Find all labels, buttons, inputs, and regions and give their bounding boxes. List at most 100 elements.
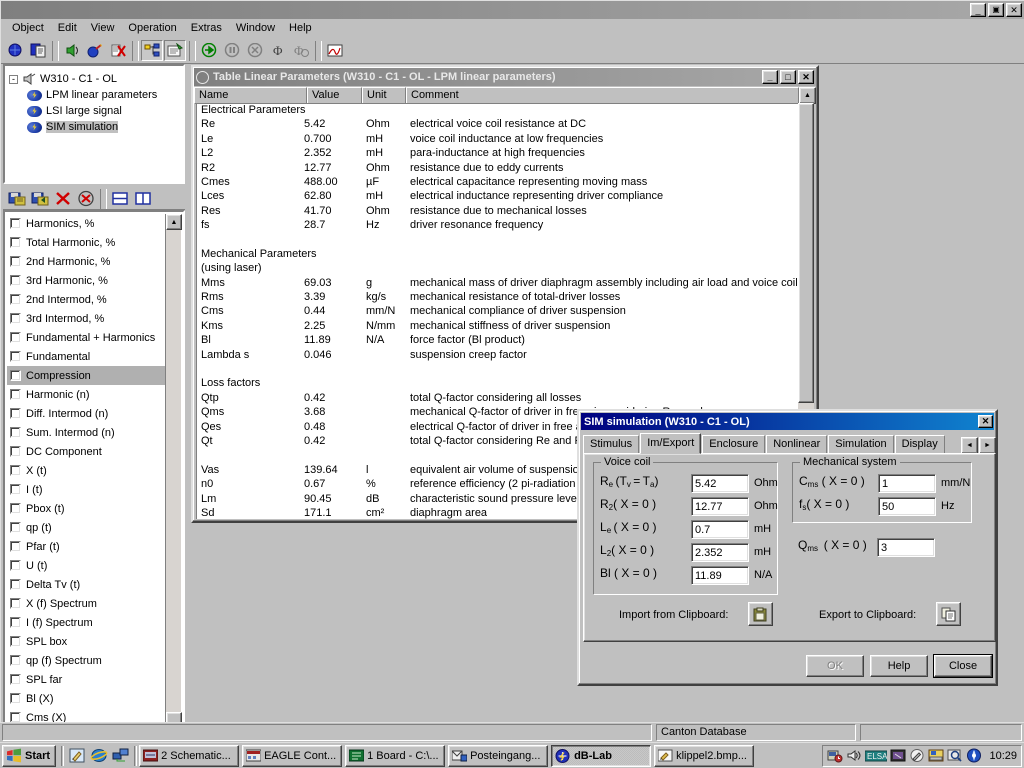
- column-header-unit[interactable]: Unit: [362, 87, 406, 104]
- checklist-item[interactable]: qp (f) Spectrum: [7, 651, 167, 670]
- panel-toolbar[interactable]: [3, 188, 185, 210]
- checklist-item[interactable]: Delta Tv (t): [7, 575, 167, 594]
- checklist-item[interactable]: SPL box: [7, 632, 167, 651]
- checkbox[interactable]: [10, 427, 21, 438]
- checkbox[interactable]: [10, 465, 21, 476]
- refresh-icon[interactable]: Φ: [267, 40, 289, 61]
- export-clipboard-button[interactable]: [936, 602, 961, 626]
- properties-icon[interactable]: [164, 40, 186, 61]
- table-column-headers[interactable]: Name Value Unit Comment ▲: [194, 87, 816, 104]
- checklist-item[interactable]: X (t): [7, 461, 167, 480]
- checklist-item[interactable]: 2nd Intermod, %: [7, 290, 167, 309]
- menu-help[interactable]: Help: [282, 20, 319, 36]
- cms-input[interactable]: 1: [878, 474, 936, 493]
- checkbox[interactable]: [10, 541, 21, 552]
- re-input[interactable]: 5.42: [691, 474, 749, 493]
- table-row[interactable]: Rms3.39kg/smechanical resistance of tota…: [197, 291, 800, 305]
- table-row[interactable]: Bl11.89N/Aforce factor (Bl product): [197, 334, 800, 348]
- task-button-board[interactable]: 1 Board - C:\...: [345, 745, 445, 767]
- checkbox[interactable]: [10, 484, 21, 495]
- table-row[interactable]: Cms0.44mm/Nmechanical compliance of driv…: [197, 305, 800, 319]
- sim-dialog-titlebar[interactable]: SIM simulation (W310 - C1 - OL) ✕: [581, 413, 994, 430]
- table-row[interactable]: Mms69.03gmechanical mass of driver diaph…: [197, 277, 800, 291]
- scanner-icon[interactable]: [827, 748, 843, 764]
- table-row[interactable]: Le0.700mHvoice coil inductance at low fr…: [197, 133, 800, 147]
- checkbox[interactable]: [10, 503, 21, 514]
- checkbox[interactable]: [10, 370, 21, 381]
- tree-item-lsi[interactable]: LSI large signal: [5, 103, 183, 119]
- object-tree[interactable]: - W310 - C1 - OL LPM linear parameters L…: [3, 64, 185, 184]
- table-row[interactable]: R212.77Ohmresistance due to eddy current…: [197, 162, 800, 176]
- checkbox[interactable]: [10, 693, 21, 704]
- result-checklist[interactable]: Harmonics, %Total Harmonic, %2nd Harmoni…: [7, 214, 167, 768]
- table-row[interactable]: Res41.70Ohmresistance due to mechanical …: [197, 205, 800, 219]
- checkbox[interactable]: [10, 256, 21, 267]
- scroll-up-button[interactable]: ▲: [166, 214, 182, 230]
- checkbox[interactable]: [10, 218, 21, 229]
- checklist-item[interactable]: Sum. Intermod (n): [7, 423, 167, 442]
- table-row[interactable]: Lambda s0.046suspension creep factor: [197, 349, 800, 363]
- find-icon[interactable]: [947, 748, 963, 764]
- checklist-item[interactable]: 2nd Harmonic, %: [7, 252, 167, 271]
- checklist-item[interactable]: qp (t): [7, 518, 167, 537]
- delete-measure-icon[interactable]: [107, 40, 129, 61]
- run-icon[interactable]: [198, 40, 220, 61]
- pause-icon[interactable]: [221, 40, 243, 61]
- tab-scroll-left-button[interactable]: ◄: [961, 437, 978, 454]
- table-close-button[interactable]: ✕: [798, 70, 814, 84]
- checklist-item[interactable]: Diff. Intermod (n): [7, 404, 167, 423]
- checklist-item[interactable]: I (t): [7, 480, 167, 499]
- checklist-item[interactable]: DC Component: [7, 442, 167, 461]
- tree-item-lpm[interactable]: LPM linear parameters: [5, 87, 183, 103]
- system-menu-icon[interactable]: [196, 71, 209, 84]
- l2-input[interactable]: 2.352: [691, 543, 749, 562]
- task-button-klippel-bmp[interactable]: klippel2.bmp...: [654, 745, 754, 767]
- task-button-db-lab[interactable]: dB-Lab: [551, 745, 651, 767]
- checkbox[interactable]: [10, 598, 21, 609]
- checklist-item[interactable]: Compression: [7, 366, 167, 385]
- internet-explorer-icon[interactable]: [88, 745, 110, 767]
- table-row[interactable]: L22.352mHpara-inductance at high frequen…: [197, 147, 800, 161]
- tree-item-sim[interactable]: SIM simulation: [5, 119, 183, 135]
- probe-icon[interactable]: [84, 40, 106, 61]
- checkbox[interactable]: [10, 579, 21, 590]
- table-row[interactable]: fs28.7Hzdriver resonance frequency: [197, 219, 800, 233]
- checklist-item[interactable]: Bl (X): [7, 689, 167, 708]
- checklist-item[interactable]: Harmonic (n): [7, 385, 167, 404]
- menu-window[interactable]: Window: [229, 20, 282, 36]
- help-button[interactable]: Help: [870, 655, 928, 677]
- checklist-item[interactable]: Pfar (t): [7, 537, 167, 556]
- task-button-posteingang[interactable]: Posteingang...: [448, 745, 548, 767]
- checklist-item[interactable]: 3rd Intermod, %: [7, 309, 167, 328]
- tab-nonlinear[interactable]: Nonlinear: [766, 435, 827, 454]
- checkbox[interactable]: [10, 332, 21, 343]
- task-button-schematic[interactable]: 2 Schematic...: [139, 745, 239, 767]
- checkbox[interactable]: [10, 617, 21, 628]
- checklist-item[interactable]: Pbox (t): [7, 499, 167, 518]
- table-scroll-thumb[interactable]: [798, 103, 814, 403]
- checklist-item[interactable]: Fundamental + Harmonics: [7, 328, 167, 347]
- menu-operation[interactable]: Operation: [121, 20, 183, 36]
- refresh-off-icon[interactable]: Φ: [290, 40, 312, 61]
- copy-object-icon[interactable]: [27, 40, 49, 61]
- tree-root-row[interactable]: - W310 - C1 - OL: [5, 71, 183, 87]
- checkbox[interactable]: [10, 655, 21, 666]
- paint-icon[interactable]: [66, 745, 88, 767]
- tab-stimulus[interactable]: Stimulus: [583, 435, 639, 454]
- checklist-item[interactable]: 3rd Harmonic, %: [7, 271, 167, 290]
- sim-close-button[interactable]: ✕: [978, 415, 993, 428]
- checkbox[interactable]: [10, 522, 21, 533]
- task-button-eagle[interactable]: EAGLE Cont...: [242, 745, 342, 767]
- volume-icon[interactable]: [846, 748, 862, 764]
- checkbox[interactable]: [10, 560, 21, 571]
- taskbar-icon[interactable]: [928, 748, 944, 764]
- sim-tab-strip[interactable]: Stimulus Im/Export Enclosure Nonlinear S…: [583, 433, 996, 454]
- main-toolbar[interactable]: Φ Φ: [1, 38, 1024, 64]
- column-header-name[interactable]: Name: [194, 87, 307, 104]
- delete-all-icon[interactable]: [75, 189, 98, 209]
- result-checklist-panel[interactable]: Harmonics, %Total Harmonic, %2nd Harmoni…: [3, 210, 185, 768]
- table-scroll-up-button[interactable]: ▲: [799, 87, 816, 104]
- checklist-scrollbar[interactable]: ▲ ▼: [165, 214, 181, 768]
- tab-scroll-right-button[interactable]: ►: [979, 437, 996, 454]
- checkbox[interactable]: [10, 408, 21, 419]
